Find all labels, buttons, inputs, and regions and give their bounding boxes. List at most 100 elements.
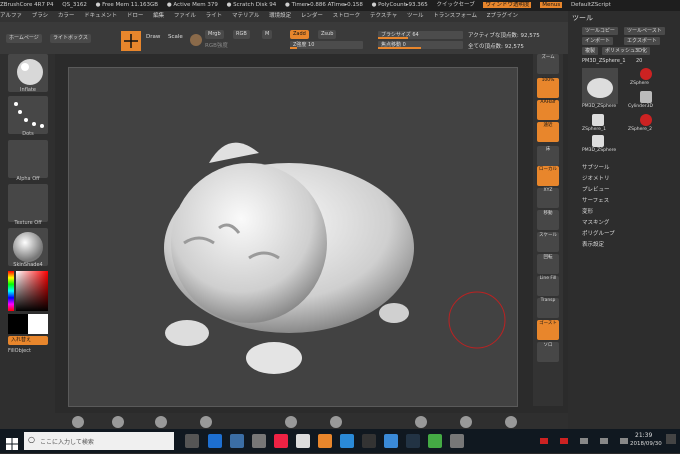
zsphere-icon[interactable] <box>640 68 652 80</box>
focal-shift-slider[interactable]: 焦点移動 0 <box>378 41 463 49</box>
floor-button[interactable]: 床 <box>537 146 559 166</box>
task-view-icon[interactable] <box>185 434 199 448</box>
windows-start-icon[interactable] <box>6 435 18 450</box>
local-button[interactable]: ローカル <box>537 166 559 186</box>
material-selector[interactable] <box>8 228 48 266</box>
homepage-button[interactable]: ホームページ <box>6 34 42 43</box>
tray-icon[interactable] <box>560 438 568 444</box>
pm3d-icon[interactable] <box>592 135 604 147</box>
transparency-button[interactable]: ウィンドウ透明度 <box>483 2 532 8</box>
brush-thumb[interactable] <box>72 416 84 428</box>
texture-selector[interactable] <box>8 184 48 222</box>
menus-button[interactable]: Menus <box>540 2 563 8</box>
tool-copy-button[interactable]: ツールコピー <box>582 27 618 35</box>
app-icon[interactable] <box>274 434 288 448</box>
menu-edit[interactable]: 編集 <box>153 13 164 19</box>
stroke-selector[interactable] <box>8 96 48 134</box>
taskbar-search-box[interactable]: ○ ここに入力して検索 <box>24 432 174 450</box>
tray-icon[interactable] <box>620 438 628 444</box>
aahalf-button[interactable]: AAHalf <box>537 100 559 120</box>
z-intensity-slider[interactable]: Z強度 10 <box>290 41 363 49</box>
actual-size-button[interactable]: 100% <box>537 78 559 98</box>
menu-stroke[interactable]: ストローク <box>333 13 361 19</box>
menu-alpha[interactable]: アルファ <box>0 13 22 19</box>
brush-size-slider[interactable]: ブラシサイズ 64 <box>378 31 463 39</box>
store-icon[interactable] <box>252 434 266 448</box>
brush-thumb[interactable] <box>112 416 124 428</box>
menu-file[interactable]: ファイル <box>174 13 196 19</box>
material-sphere-icon[interactable] <box>190 34 202 46</box>
brush-thumb[interactable] <box>330 416 342 428</box>
section-deformation[interactable]: 変形 <box>582 207 593 215</box>
transp-button[interactable]: Transp <box>537 298 559 318</box>
xyz-button[interactable]: XYZ <box>537 188 559 208</box>
mrgb-button[interactable]: Mrgb <box>205 30 224 39</box>
brush-thumb[interactable] <box>285 416 297 428</box>
alpha-selector[interactable] <box>8 140 48 178</box>
m-button[interactable]: M <box>262 30 273 39</box>
brush-thumb[interactable] <box>415 416 427 428</box>
zadd-button[interactable]: Zadd <box>290 30 309 39</box>
rgb-button[interactable]: RGB <box>233 30 250 39</box>
menu-color[interactable]: カラー <box>58 13 75 19</box>
export-button[interactable]: エクスポート <box>624 37 660 45</box>
tool-thumb-pm3d[interactable] <box>582 68 618 104</box>
menu-draw[interactable]: ドロー <box>127 13 144 19</box>
scale-view-button[interactable]: スケール <box>537 232 559 252</box>
primary-color-swatch[interactable] <box>28 314 48 334</box>
secondary-color-swatch[interactable] <box>8 314 28 334</box>
import-button[interactable]: インポート <box>582 37 614 45</box>
notifications-icon[interactable] <box>666 434 676 444</box>
line-fill-button[interactable]: Line Fill <box>537 276 559 296</box>
move-button[interactable]: 移動 <box>537 210 559 230</box>
quicksave-button[interactable]: クイックセーブ <box>437 2 475 8</box>
section-display-properties[interactable]: 表示設定 <box>582 240 604 248</box>
rotate-button[interactable]: 回転 <box>537 254 559 274</box>
clock-time[interactable]: 21:39 <box>635 432 652 439</box>
menu-brush[interactable]: ブラシ <box>32 13 48 19</box>
clone-button[interactable]: 複製 <box>582 47 599 55</box>
menu-texture[interactable]: テクスチャ <box>370 13 397 19</box>
brush-thumb[interactable] <box>460 416 472 428</box>
section-masking[interactable]: マスキング <box>582 218 609 226</box>
solo-button[interactable]: ソロ <box>537 342 559 362</box>
file-explorer-icon[interactable] <box>230 434 244 448</box>
section-subtool[interactable]: サブツール <box>582 163 610 171</box>
menu-preferences[interactable]: 環境設定 <box>269 13 291 19</box>
lightbox-button[interactable]: ライトボックス <box>50 34 91 43</box>
tray-icon[interactable] <box>580 438 588 444</box>
clock-date[interactable]: 2018/09/30 <box>630 441 662 447</box>
fill-object-button[interactable]: FillObject <box>8 348 48 354</box>
brush-thumb[interactable] <box>200 416 212 428</box>
brush-thumb[interactable] <box>505 416 517 428</box>
zoom-button[interactable]: ズーム <box>537 54 559 74</box>
brush-thumb[interactable] <box>155 416 167 428</box>
canvas-viewport[interactable] <box>68 67 518 407</box>
zsphere1-icon[interactable] <box>592 114 604 126</box>
zsub-button[interactable]: Zsub <box>318 30 337 39</box>
menu-material[interactable]: マテリアル <box>232 13 259 19</box>
edit-mode-button[interactable] <box>121 31 141 51</box>
section-preview[interactable]: プレビュー <box>582 185 610 193</box>
tray-icon[interactable] <box>600 438 608 444</box>
polymesh-button[interactable]: ポリメッシュ3D化 <box>602 47 651 55</box>
menu-zplugin[interactable]: Zプラグイン <box>487 13 518 19</box>
app-icon[interactable] <box>384 434 398 448</box>
section-polygroups[interactable]: ポリグループ <box>582 229 615 237</box>
app-icon[interactable] <box>340 434 354 448</box>
tool-paste-button[interactable]: ツールペースト <box>624 27 665 35</box>
app-icon[interactable] <box>318 434 332 448</box>
menu-light[interactable]: ライト <box>206 13 223 19</box>
menu-render[interactable]: レンダー <box>301 13 323 19</box>
zbrush-icon[interactable] <box>296 434 310 448</box>
scale-button[interactable]: Scale <box>168 34 183 40</box>
cylinder-icon[interactable] <box>640 91 652 103</box>
app-icon[interactable] <box>450 434 464 448</box>
ghost-button[interactable]: ゴースト <box>537 320 559 340</box>
section-geometry[interactable]: ジオメトリ <box>582 174 610 182</box>
menu-document[interactable]: ドキュメント <box>84 13 117 19</box>
menu-tool[interactable]: ツール <box>407 13 424 19</box>
swap-colors-button[interactable]: 入れ替え <box>8 336 48 345</box>
app-icon[interactable] <box>362 434 376 448</box>
zsphere2-icon[interactable] <box>640 114 652 126</box>
